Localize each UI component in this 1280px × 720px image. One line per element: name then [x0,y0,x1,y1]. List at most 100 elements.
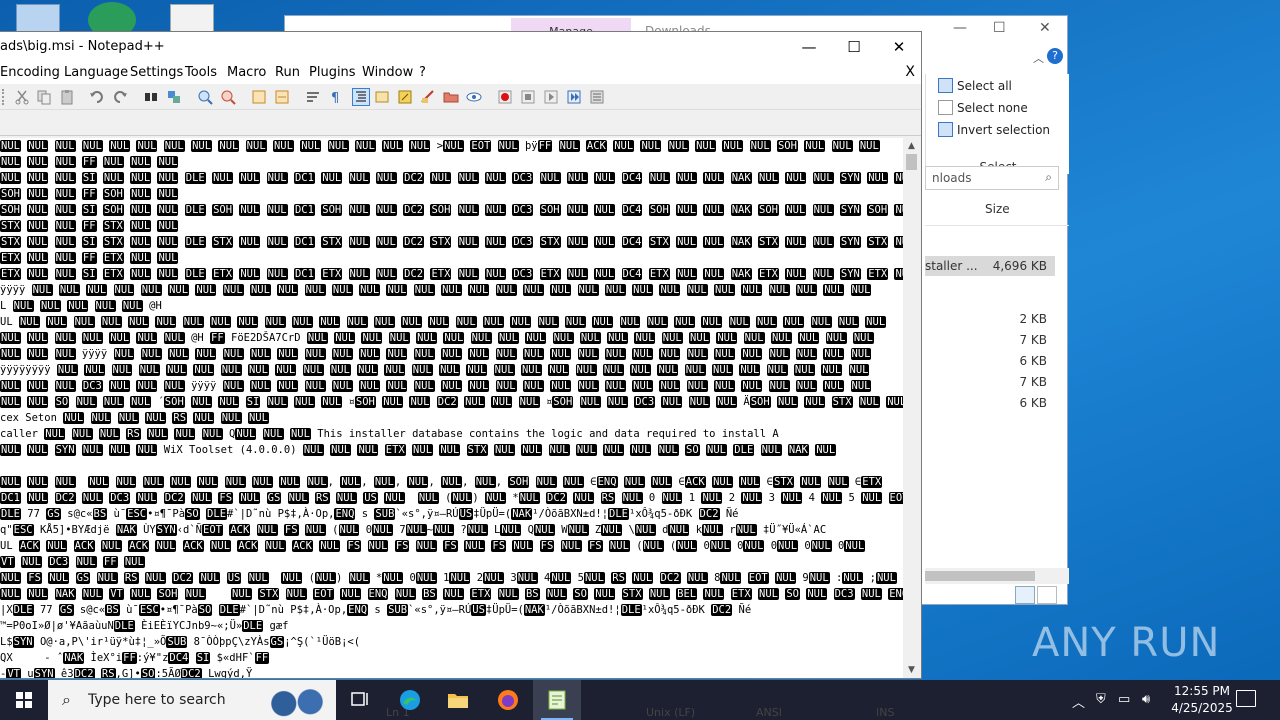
invert-selection-icon [938,122,953,137]
menu-window[interactable]: Window [362,65,413,80]
invert-selection-button[interactable]: Invert selection [938,122,1050,137]
clock[interactable]: 12:55 PM 4/25/2025 [1162,683,1242,717]
cut-icon[interactable] [14,89,30,105]
select-none-button[interactable]: Select none [938,100,1028,115]
folder-workspace-icon[interactable] [420,89,436,105]
word-wrap-icon[interactable] [305,89,321,105]
file-name: staller ... [925,259,978,273]
scroll-down-icon[interactable]: ▼ [903,662,920,678]
play-macro-icon[interactable] [543,89,559,105]
notification-center-icon[interactable] [1236,690,1256,707]
editor-line: NUL NUL NUL NUL NUL NUL NUL NUL NUL NUL … [0,476,883,488]
taskbar-notepadpp[interactable] [533,680,581,720]
start-button[interactable] [0,680,48,720]
editor-vertical-scrollbar[interactable]: ▲ ▼ [903,138,920,678]
editor-line: NUL NUL NAK NUL VT NUL SOH NUL NUL STX N… [0,586,903,602]
select-all-button[interactable]: Select all [938,78,1012,93]
menu-encoding[interactable]: Encoding [0,65,60,80]
security-icon[interactable]: ⛨ [1096,692,1106,707]
large-icons-view-icon[interactable] [1037,586,1057,604]
taskbar-file-explorer[interactable] [434,680,482,720]
sync-horizontal-icon[interactable] [274,89,290,105]
document-desktop-icon[interactable] [170,4,214,34]
status-eol: Unix (LF) [646,706,696,719]
scrollbar-thumb[interactable] [925,571,1035,581]
show-all-characters-icon[interactable]: ¶ [328,89,344,105]
file-row[interactable]: 6 KB [925,393,1055,413]
maximize-icon[interactable]: ☐ [831,32,877,62]
menu-settings[interactable]: Settings [130,65,183,80]
volume-icon[interactable]: 🔊︎ [1142,692,1150,707]
copy-icon[interactable] [36,89,52,105]
show-hidden-icons-icon[interactable]: ︿ [1072,692,1085,711]
editor-line: caller NUL NUL NUL RS NUL NUL NUL QNUL N… [0,428,779,440]
editor-line: SOH NUL NUL FF SOH NUL NUL [0,188,179,200]
monitor-icon[interactable] [466,89,482,105]
select-all-label: Select all [957,78,1012,93]
sync-vertical-icon[interactable] [251,89,267,105]
save-macro-icon[interactable] [589,89,605,105]
task-view-button[interactable] [336,680,384,720]
editor-line: NUL NUL SO NUL NUL NUL ´SOH NUL NUL SI N… [0,394,903,410]
editor-text-area[interactable]: NUL NUL NUL NUL NUL NUL NUL NUL NUL NUL … [0,138,903,678]
menu-help[interactable]: ? [419,65,426,80]
scroll-up-icon[interactable]: ▲ [903,138,920,154]
minimize-icon[interactable]: — [786,32,832,62]
menu-plugins[interactable]: Plugins [309,65,356,80]
clock-date: 4/25/2025 [1171,701,1233,715]
file-row[interactable]: 7 KB [925,330,1055,350]
recycle-bin-icon[interactable] [16,4,60,34]
menu-macro[interactable]: Macro [227,65,266,80]
explorer-horizontal-scrollbar[interactable] [925,568,1069,584]
search-icon: ⌕ [1045,170,1052,184]
close-icon[interactable]: ✕ [876,32,922,62]
file-size: 6 KB [1019,396,1047,410]
record-macro-icon[interactable] [497,89,513,105]
indent-guide-icon[interactable] [352,88,370,106]
find-icon[interactable] [143,89,159,105]
svg-text:¶: ¶ [331,91,339,105]
scrollbar-thumb[interactable] [906,154,917,170]
help-icon[interactable]: ? [1047,48,1063,64]
anyrun-watermark: ANY RUN [1032,606,1232,678]
replace-icon[interactable] [166,89,182,105]
redo-icon[interactable] [112,89,128,105]
taskbar-firefox[interactable] [484,680,532,720]
minimize-icon[interactable]: — [953,20,967,36]
column-size-header[interactable]: Size [985,202,1010,216]
close-document-icon[interactable]: X [905,64,915,80]
notepadpp-icon [548,690,566,710]
network-icon[interactable]: ▭ [1118,692,1130,707]
file-row[interactable]: 7 KB [925,372,1055,392]
run-macro-multiple-icon[interactable] [566,89,582,105]
zoom-out-icon[interactable] [220,89,236,105]
editor-line: ETX NUL NUL FF ETX NUL NUL [0,252,179,264]
editor-line: SOH NUL NUL SI SOH NUL NUL DLE SOH NUL N… [0,202,903,218]
explorer-search-input[interactable]: nloads ⌕ [925,166,1059,190]
stop-macro-icon[interactable] [520,89,536,105]
editor-line: ETX NUL NUL SI ETX NUL NUL DLE ETX NUL N… [0,266,903,282]
file-row[interactable]: 2 KB [925,309,1055,329]
function-list-icon[interactable] [397,89,413,105]
close-icon[interactable]: ✕ [1039,20,1051,36]
menu-run[interactable]: Run [275,65,300,80]
zoom-in-icon[interactable] [197,89,213,105]
ribbon-collapse-icon[interactable]: ︿ [1033,50,1044,66]
editor-line: STX NUL NUL SI STX NUL NUL DLE STX NUL N… [0,234,903,250]
undo-icon[interactable] [89,89,105,105]
menu-language[interactable]: Language [64,65,128,80]
editor-line: NUL NUL NUL NUL NUL NUL NUL @H FF FöE2DŠ… [0,332,874,344]
maximize-icon[interactable]: ☐ [993,20,1006,36]
menu-tools[interactable]: Tools [185,65,217,80]
file-row[interactable]: 6 KB [925,351,1055,371]
taskbar-search-input[interactable]: ⌕ Type here to search [48,680,336,720]
taskbar-edge[interactable] [386,680,434,720]
folder-icon[interactable] [443,89,459,105]
file-row[interactable]: staller ... 4,696 KB [925,256,1055,276]
details-view-icon[interactable] [1015,586,1035,604]
toolbar: ¶ [0,84,921,110]
paste-icon[interactable] [59,89,75,105]
file-size: 2 KB [1019,312,1047,326]
folder-icon [448,694,468,708]
document-map-icon[interactable] [374,89,390,105]
